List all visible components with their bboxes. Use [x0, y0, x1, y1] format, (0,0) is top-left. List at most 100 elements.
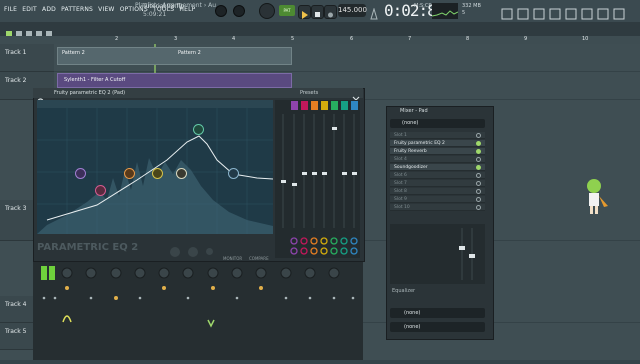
ruler-tick: 6: [350, 36, 354, 42]
slot-label: Fruity parametric EQ 2: [394, 141, 445, 146]
play-icon: [302, 11, 308, 19]
clip-label: Pattern 2: [178, 50, 201, 56]
slot-label: Slot 10: [394, 205, 410, 210]
mixer-window-title: Mixer - Pad: [400, 108, 428, 114]
fx-slot-4[interactable]: Slot 4: [390, 156, 485, 163]
slot-label: Slot 7: [394, 181, 407, 186]
metronome-icon[interactable]: [370, 5, 378, 20]
window-shortcuts: [500, 5, 636, 20]
compare-label[interactable]: COMPARE: [249, 256, 269, 261]
fx-slot-2[interactable]: Fruity parametric EQ 2: [390, 140, 485, 147]
slot-label: Soundgoodizer: [394, 165, 428, 170]
mixer-channel-strip: [33, 262, 363, 360]
slot-toggle-icon[interactable]: [476, 181, 481, 186]
menu-add[interactable]: ADD: [42, 6, 56, 13]
monitor-label[interactable]: MONITOR: [223, 256, 242, 261]
track-label: Track 4: [5, 301, 27, 308]
eq-band-7-handle[interactable]: [228, 168, 239, 179]
ruler-tick: 10: [582, 36, 589, 42]
ruler-tick: 8: [466, 36, 470, 42]
clock-format-label: M:S:CS: [414, 3, 432, 9]
slot-toggle-icon[interactable]: [476, 165, 481, 170]
pattern-clip[interactable]: Pattern 2 Pattern 2: [57, 47, 292, 65]
eq-band-faders: [275, 100, 360, 258]
eq-band-6-handle[interactable]: [193, 124, 204, 135]
eq-band-4-handle[interactable]: [152, 168, 163, 179]
master-volume-knob[interactable]: [215, 5, 227, 17]
fx-slot-6[interactable]: Slot 6: [390, 172, 485, 179]
play-button[interactable]: [298, 5, 311, 19]
fx-slot-9[interactable]: Slot 9: [390, 196, 485, 203]
track-label: Track 1: [5, 49, 27, 56]
eq-mode-knob[interactable]: [206, 248, 213, 255]
track-header-1[interactable]: Track 1: [0, 44, 54, 72]
tempo-display[interactable]: 145.000: [338, 4, 367, 17]
master-pitch-knob[interactable]: [233, 5, 245, 17]
menu-edit[interactable]: EDIT: [22, 6, 37, 13]
ruler-tick: 9: [524, 36, 528, 42]
eq-window-title: Fruity parametric EQ 2 (Pad): [54, 90, 126, 96]
eq-mode-knob[interactable]: [170, 247, 180, 257]
ruler-tick: 3: [174, 36, 178, 42]
track-label: Track 3: [5, 205, 27, 212]
song-time: 5:09:21: [143, 11, 167, 18]
track-label: Track 2: [5, 77, 27, 84]
stop-button[interactable]: [311, 5, 324, 19]
presets-menu[interactable]: Presets: [300, 90, 318, 96]
slot-toggle-icon[interactable]: [476, 205, 481, 210]
menu-patterns[interactable]: PATTERNS: [61, 6, 93, 13]
clip-label: Sylenth1 - Filter A Cutoff: [64, 77, 126, 83]
gear-icon[interactable]: [37, 90, 44, 105]
slot-toggle-icon[interactable]: [476, 157, 481, 162]
slot-toggle-icon[interactable]: [476, 173, 481, 178]
eq-band-5-handle[interactable]: [176, 168, 187, 179]
slot-toggle-icon[interactable]: [476, 133, 481, 138]
fl-chan-mascot-icon: [580, 176, 610, 220]
eq-mode-knob[interactable]: [188, 247, 198, 257]
eq-logo: PARAMETRIC EQ 2: [37, 242, 139, 253]
fx-slot-5[interactable]: Soundgoodizer: [390, 164, 485, 171]
ruler-tick: 2: [115, 36, 119, 42]
playlist-breadcrumb: Playlist - Arrangement › Au: [135, 2, 217, 9]
pattern-song-toggle[interactable]: PAT: [279, 5, 295, 16]
record-button[interactable]: [324, 5, 337, 19]
polyphony-readout: 5: [462, 10, 466, 16]
ruler-tick: 7: [408, 36, 412, 42]
slot-label: Fruity Reeverb: [394, 149, 427, 154]
eq-frequency-graph[interactable]: [37, 100, 273, 234]
fx-slot-7[interactable]: Slot 7: [390, 180, 485, 187]
cpu-meter: [431, 3, 459, 19]
equalizer-label: Equalizer: [392, 288, 416, 294]
slot-toggle-icon[interactable]: [476, 141, 481, 146]
menu-file[interactable]: FILE: [4, 6, 17, 13]
fx-slot-1[interactable]: Slot 1: [390, 132, 485, 139]
slot-label: Slot 1: [394, 133, 407, 138]
automation-clip[interactable]: Sylenth1 - Filter A Cutoff: [57, 73, 292, 88]
fx-slot-10[interactable]: Slot 10: [390, 204, 485, 211]
record-mode-button[interactable]: [259, 3, 275, 19]
input-select[interactable]: (none): [390, 119, 485, 128]
ruler-tick: 4: [232, 36, 236, 42]
slot-label: Slot 4: [394, 157, 407, 162]
slot-label: Slot 6: [394, 173, 407, 178]
output-select-b[interactable]: (none): [390, 322, 485, 332]
ram-readout: 332 MB: [462, 3, 481, 9]
eq-band-1-handle[interactable]: [75, 168, 86, 179]
fx-slot-8[interactable]: Slot 8: [390, 188, 485, 195]
clip-label: Pattern 2: [62, 50, 85, 56]
slot-toggle-icon[interactable]: [476, 149, 481, 154]
fx-slot-3[interactable]: Fruity Reeverb: [390, 148, 485, 155]
track-label: Track 5: [5, 328, 27, 335]
close-icon[interactable]: [352, 89, 360, 104]
playlist-tools[interactable]: [4, 24, 124, 37]
fx-send-faders[interactable]: [390, 224, 485, 284]
eq-band-2-handle[interactable]: [95, 185, 106, 196]
timeline-ruler[interactable]: [0, 36, 640, 44]
ruler-tick: 5: [291, 36, 295, 42]
eq-band-3-handle[interactable]: [124, 168, 135, 179]
slot-toggle-icon[interactable]: [476, 189, 481, 194]
menu-view[interactable]: VIEW: [98, 6, 114, 13]
output-select-a[interactable]: (none): [390, 308, 485, 318]
slot-label: Slot 9: [394, 197, 407, 202]
slot-toggle-icon[interactable]: [476, 197, 481, 202]
